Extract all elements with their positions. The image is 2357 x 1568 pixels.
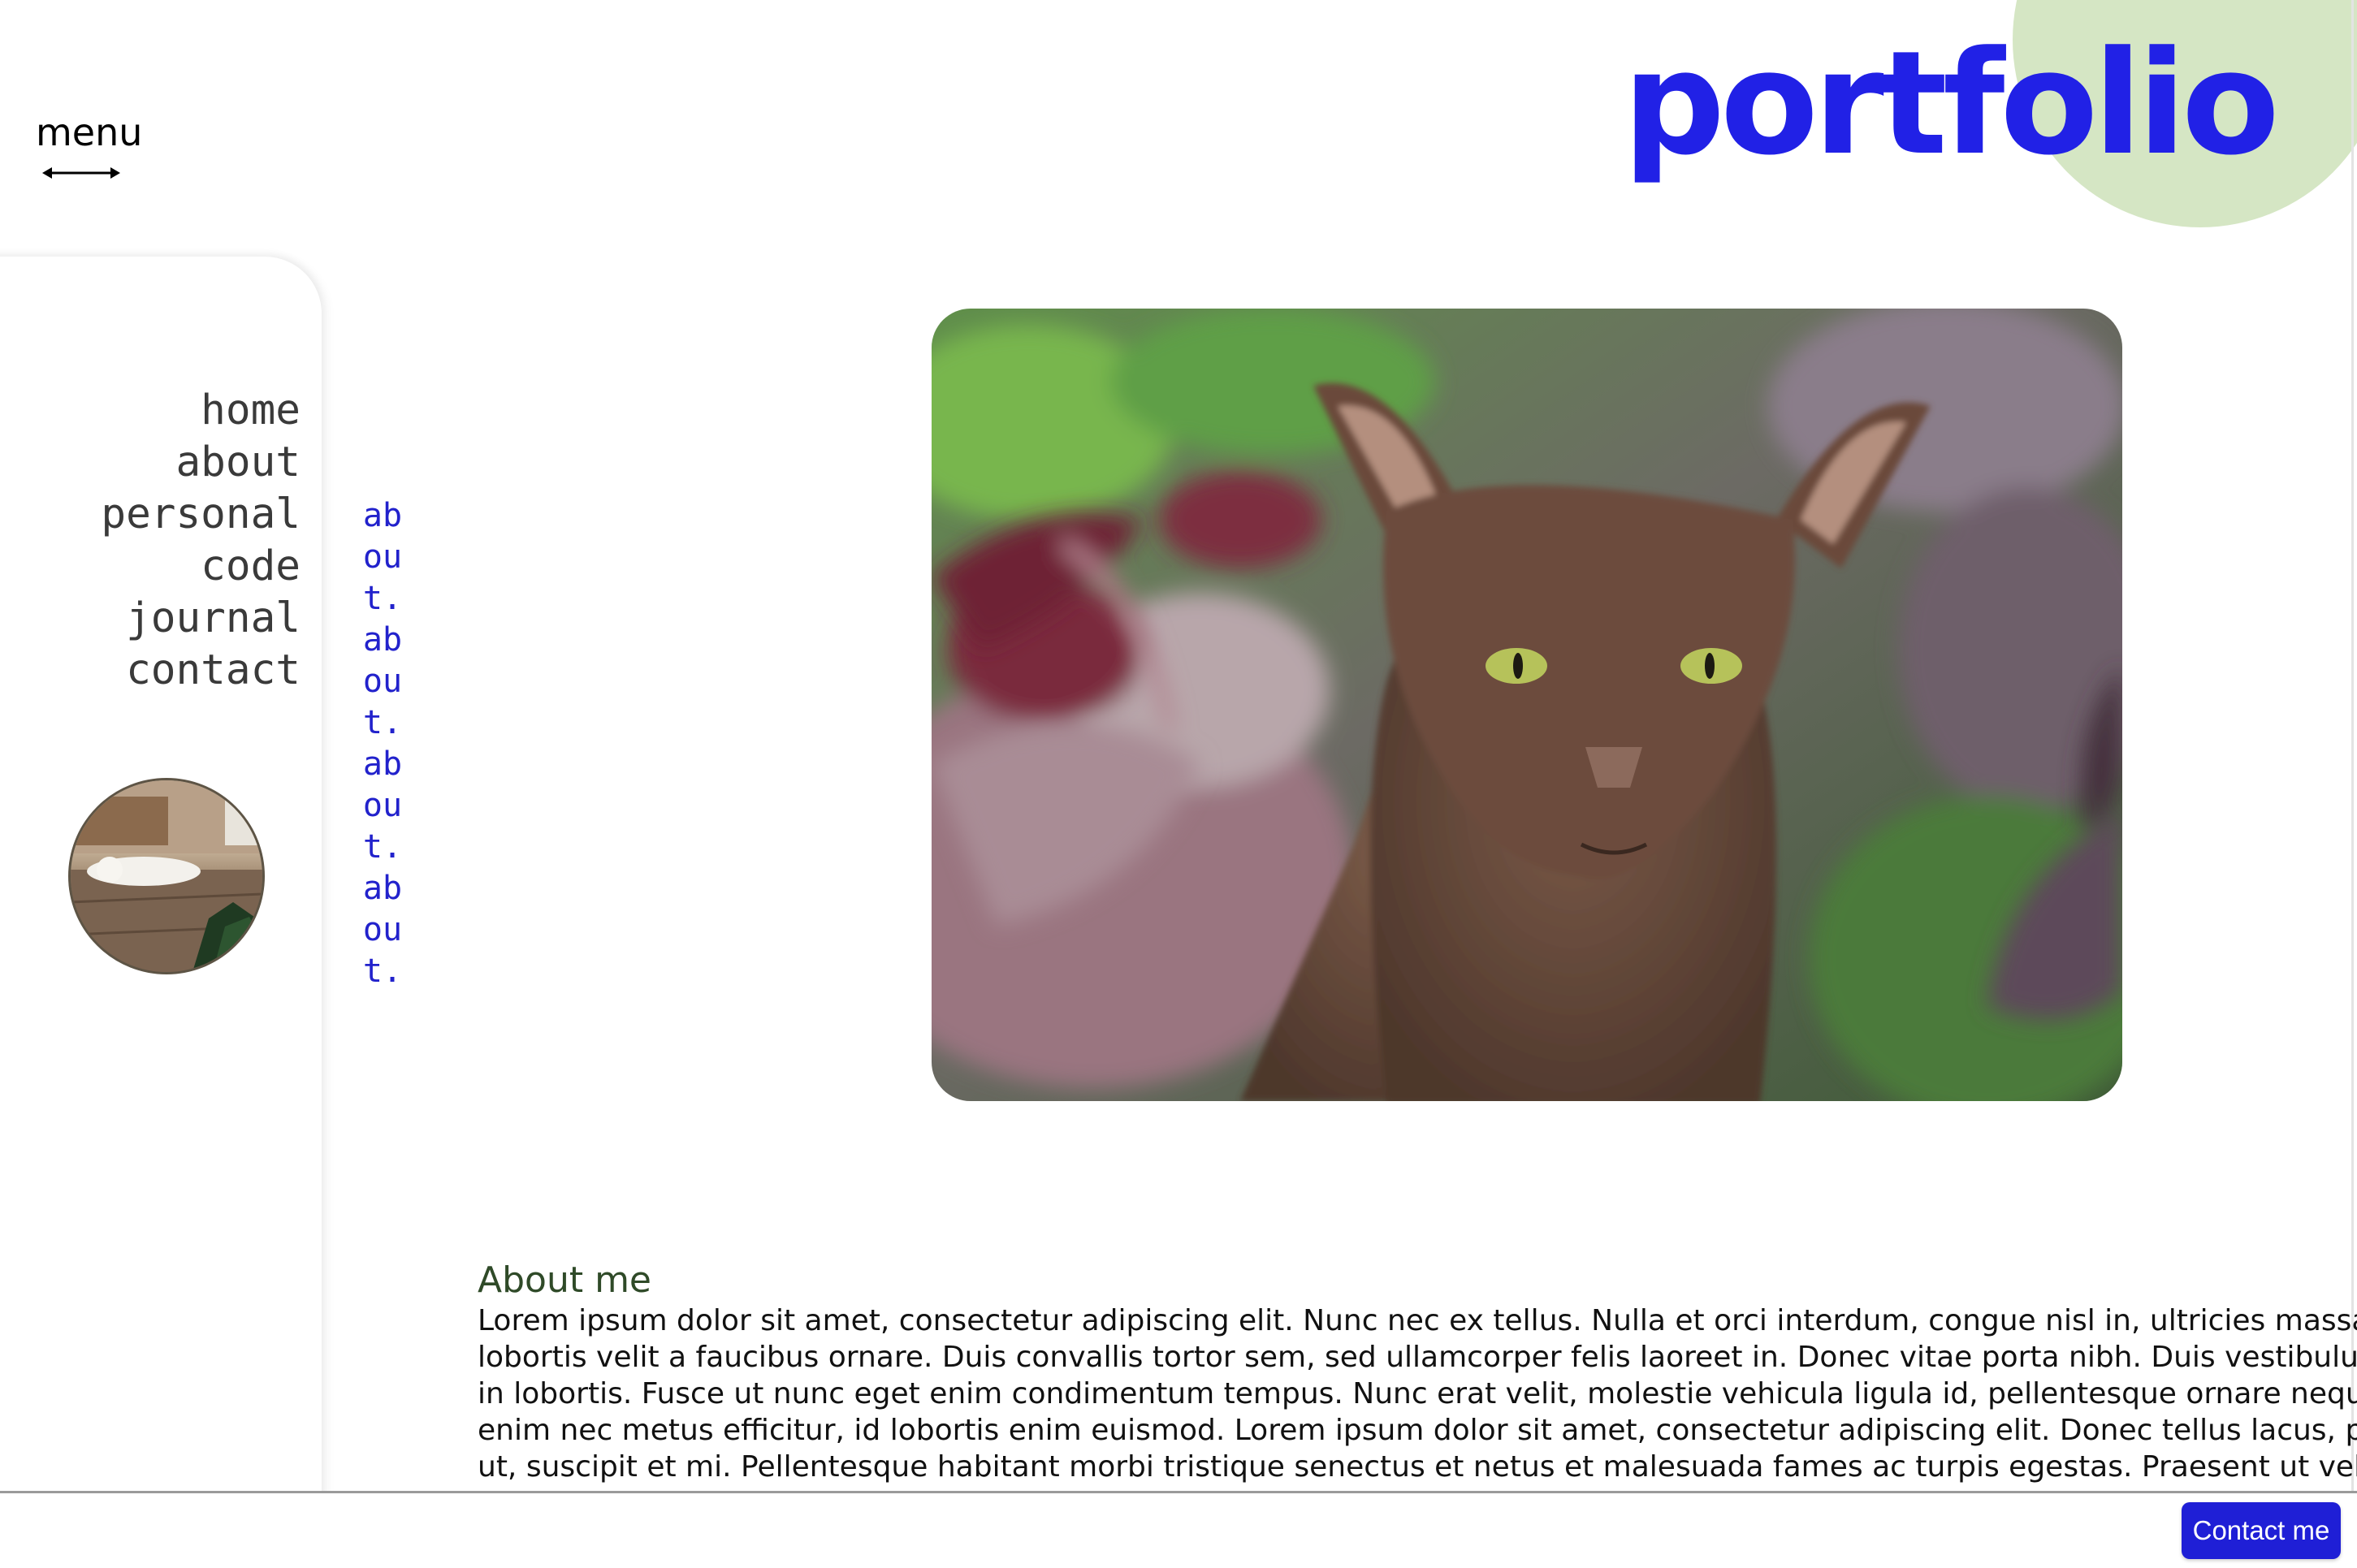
about-heading: About me xyxy=(478,1259,652,1301)
cat-in-plants-photo xyxy=(932,309,2122,1101)
site-logo[interactable]: portfolio xyxy=(1623,32,2280,175)
vertical-about-label: about.about.about.about. xyxy=(362,497,403,990)
nav-item-home[interactable]: home xyxy=(0,385,301,437)
about-body-text: Lorem ipsum dolor sit amet, consectetur … xyxy=(478,1304,2357,1484)
contact-me-button[interactable]: Contact me xyxy=(2182,1502,2341,1559)
main-nav: home about personal code journal contact xyxy=(0,385,301,697)
nav-item-code[interactable]: code xyxy=(0,541,301,593)
hero-image xyxy=(932,309,2122,1101)
avatar xyxy=(68,778,265,974)
nav-item-contact[interactable]: contact xyxy=(0,645,301,697)
avatar-cat-photo xyxy=(71,780,262,972)
nav-item-journal[interactable]: journal xyxy=(0,593,301,645)
nav-item-about[interactable]: about xyxy=(0,437,301,489)
page-right-border xyxy=(2351,0,2354,1492)
menu-label: menu xyxy=(36,110,143,154)
footer-bar xyxy=(0,1491,2357,1568)
nav-item-personal[interactable]: personal xyxy=(0,489,301,541)
double-arrow-icon xyxy=(42,167,120,179)
menu-toggle-button[interactable]: menu xyxy=(36,114,149,195)
